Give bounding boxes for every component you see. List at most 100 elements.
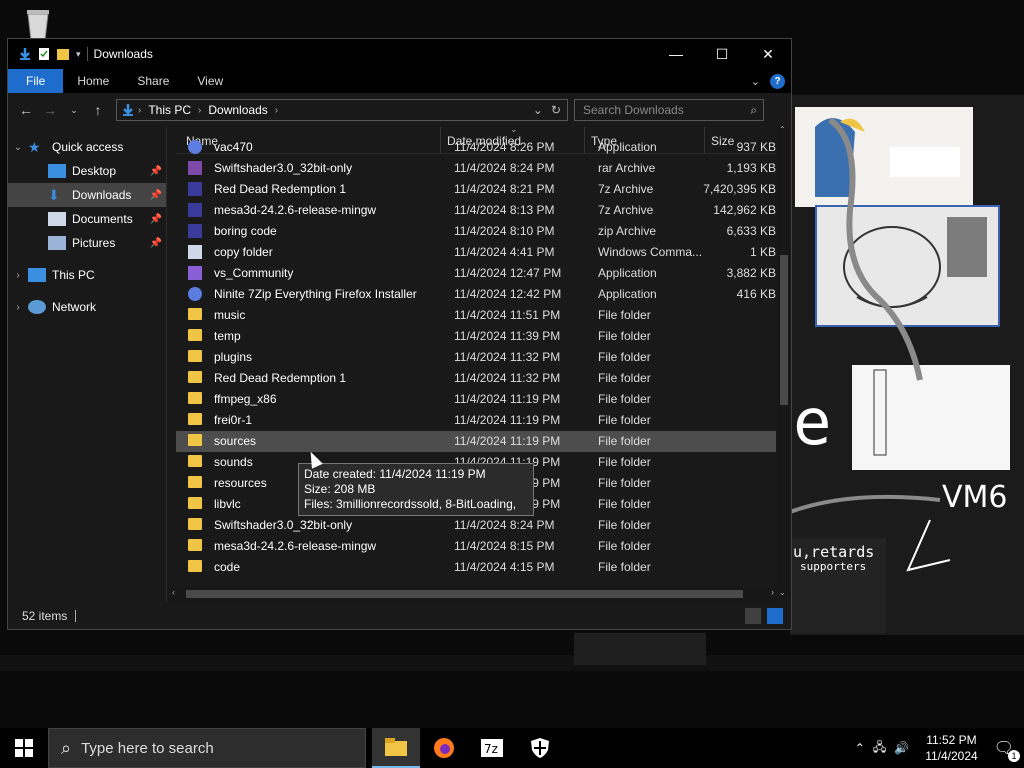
file-row[interactable]: music 11/4/2024 11:51 PM File folder [176,305,776,326]
nav-item-label: Quick access [52,140,124,154]
address-history-chevron-icon[interactable]: ⌄ [533,103,543,117]
network-tray-icon[interactable]: 🖧 [873,738,886,759]
status-bar: 52 items [8,602,791,629]
file-name: sources [214,434,257,448]
forward-arrow-icon[interactable]: → [38,102,62,118]
details-view-icon[interactable] [745,607,761,624]
nav-item-this-pc[interactable]: › This PC [8,263,166,287]
archive-icon [188,182,202,196]
vertical-scrollbar[interactable]: ⌃ ⌄ [777,125,791,597]
breadcrumb-separator-icon[interactable]: › [135,105,144,116]
file-row[interactable]: mesa3d-24.2.6-release-mingw 11/4/2024 8:1… [176,536,776,557]
address-bar[interactable]: › This PC › Downloads › ⌄ ↻ [116,99,568,121]
taskbar-app-security[interactable] [516,728,564,768]
start-button[interactable] [0,728,48,768]
help-icon[interactable]: ? [770,73,785,89]
taskbar-app-7zip[interactable]: 7z [468,728,516,768]
breadcrumb-separator-icon[interactable]: › [272,105,281,116]
taskbar-app-file-explorer[interactable] [372,728,420,768]
file-date-modified: 11/4/2024 4:41 PM [454,245,555,259]
file-row[interactable]: plugins 11/4/2024 11:32 PM File folder [176,347,776,368]
horizontal-scrollbar[interactable]: ‹ › [168,587,778,601]
taskbar-app-firefox[interactable] [420,728,468,768]
item-count: 52 items [22,608,68,623]
nav-item-desktop[interactable]: Desktop 📌 [8,159,166,183]
refresh-icon[interactable]: ↻ [551,103,561,117]
properties-icon[interactable] [38,47,50,61]
up-arrow-icon[interactable]: ↑ [86,102,110,118]
svg-text:7z: 7z [484,742,498,756]
tooltip-files: Files: 3millionrecordssold, 8-BitLoading… [304,497,517,526]
file-row[interactable]: Swiftshader3.0_32bit-only 11/4/2024 8:24 … [176,158,776,179]
expand-chevron-icon[interactable]: › [8,270,28,281]
pin-icon: 📌 [149,237,162,249]
sort-chevron-icon: ⌄ [510,127,518,134]
folder-icon [188,308,202,320]
file-row[interactable]: vac470 11/4/2024 8:26 PM Application 937 KB [176,137,776,158]
scroll-down-chevron-icon[interactable]: ⌄ [779,588,786,597]
recycle-bin-icon[interactable] [18,6,58,41]
file-row[interactable]: code 11/4/2024 4:15 PM File folder [176,557,776,578]
clock[interactable]: 11:52 PM 11/4/2024 [917,732,986,764]
notification-badge: 1 [1008,750,1020,762]
file-row[interactable]: copy folder 11/4/2024 4:41 PM Windows Comm… [176,242,776,263]
recent-locations-chevron-icon[interactable]: ⌄ [62,105,86,116]
expand-chevron-icon[interactable]: › [8,302,28,313]
tab-home[interactable]: Home [63,69,123,93]
action-center-button[interactable]: 🗨 1 [994,738,1020,762]
nav-item-downloads[interactable]: ⬇ Downloads 📌 [8,183,166,207]
search-input[interactable]: Search Downloads ⌕ [574,99,764,121]
show-hidden-icons-chevron-icon[interactable]: ⌃ [855,741,865,755]
expand-ribbon-chevron-icon[interactable]: ⌄ [751,75,760,88]
title-bar[interactable]: ▾ Downloads ― ☐ ✕ [8,39,791,69]
back-arrow-icon[interactable]: ← [14,102,38,118]
folder-icon [188,497,202,509]
breadcrumb-this-pc[interactable]: This PC [144,103,195,117]
file-row[interactable]: mesa3d-24.2.6-release-mingw 11/4/2024 8:1… [176,200,776,221]
taskbar: ⌕ Type here to search 7z ⌃ 🖧 🔊 11:52 PM … [0,728,1024,768]
nav-item-pictures[interactable]: Pictures 📌 [8,231,166,255]
collapse-chevron-icon[interactable]: ⌄ [8,142,28,153]
nav-item-documents[interactable]: Documents 📌 [8,207,166,231]
scroll-right-chevron-icon[interactable]: › [771,587,774,597]
minimize-button[interactable]: ― [653,39,699,69]
file-explorer-window[interactable]: ▾ Downloads ― ☐ ✕ File Home Share View ⌄… [7,38,792,630]
file-row[interactable]: sources 11/4/2024 11:19 PM File folder [176,431,776,452]
file-row[interactable]: temp 11/4/2024 11:39 PM File folder [176,326,776,347]
file-row[interactable]: ffmpeg_x86 11/4/2024 11:19 PM File folder [176,389,776,410]
customize-toolbar-chevron-icon[interactable]: ▾ [76,49,81,60]
folder-icon [188,539,202,551]
file-date-modified: 11/4/2024 12:47 PM [454,266,562,280]
file-date-modified: 11/4/2024 11:32 PM [454,350,561,364]
file-type: File folder [598,392,651,406]
breadcrumb-downloads[interactable]: Downloads [204,103,271,117]
pane-divider[interactable] [166,127,167,602]
scroll-left-chevron-icon[interactable]: ‹ [172,587,175,597]
volume-icon[interactable]: 🔊 [894,741,909,755]
file-row[interactable]: Ninite 7Zip Everything Firefox Installer… [176,284,776,305]
download-arrow-icon[interactable] [18,47,32,61]
horizontal-scroll-thumb[interactable] [186,590,743,598]
tab-file[interactable]: File [8,69,64,93]
maximize-button[interactable]: ☐ [699,39,745,69]
tab-view[interactable]: View [183,69,237,93]
file-row[interactable]: frei0r-1 11/4/2024 11:19 PM File folder [176,410,776,431]
file-type: File folder [598,476,651,490]
breadcrumb-separator-icon[interactable]: › [195,105,204,116]
download-icon: ⬇ [48,187,60,203]
taskbar-search-box[interactable]: ⌕ Type here to search [48,728,366,768]
file-row[interactable]: boring code 11/4/2024 8:10 PM zip Archive 6… [176,221,776,242]
new-folder-icon[interactable] [56,47,70,61]
file-row[interactable]: vs_Community 11/4/2024 12:47 PM Applicatio… [176,263,776,284]
close-button[interactable]: ✕ [745,39,791,69]
vertical-scroll-thumb[interactable] [780,255,788,405]
large-icons-view-icon[interactable] [767,607,783,624]
nav-item-network[interactable]: › Network [8,295,166,319]
tooltip-size: Size: 208 MB [304,482,376,496]
nav-item-quick-access[interactable]: ⌄ ★ Quick access [8,135,166,159]
scroll-up-chevron-icon[interactable]: ⌃ [779,125,786,134]
tab-share[interactable]: Share [123,69,183,93]
file-row[interactable]: Red Dead Redemption 1 11/4/2024 11:32 PM F… [176,368,776,389]
file-size: 1 KB [749,245,776,259]
file-row[interactable]: Red Dead Redemption 1 11/4/2024 8:21 PM 7z… [176,179,776,200]
